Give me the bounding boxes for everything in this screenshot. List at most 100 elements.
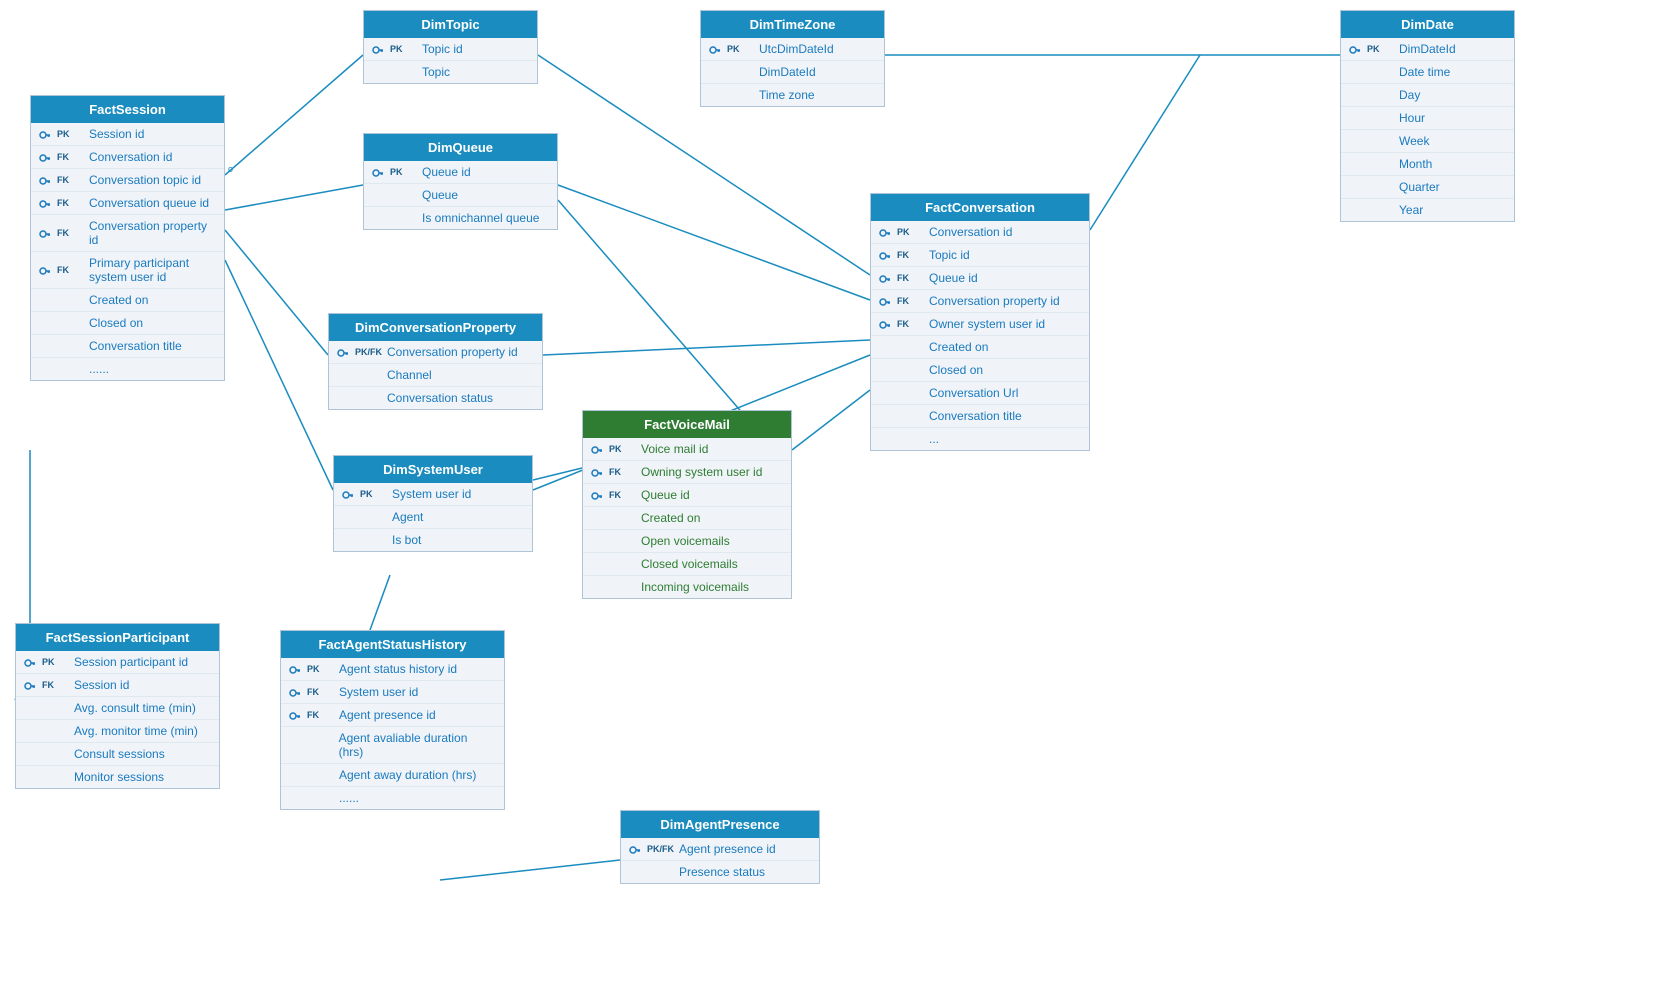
table-row: Monitor sessions	[16, 766, 219, 788]
table-dimqueue: DimQueuePKQueue idQueueIs omnichannel qu…	[363, 133, 558, 230]
table-row: Presence status	[621, 861, 819, 883]
row-label: Open voicemails	[641, 534, 730, 548]
row-label: ...	[929, 432, 939, 446]
table-row: Created on	[871, 336, 1089, 359]
key-icon	[39, 150, 53, 164]
table-row: FKSystem user id	[281, 681, 504, 704]
row-label: System user id	[339, 685, 418, 699]
row-label: Session id	[89, 127, 144, 141]
table-row: FK Conversation queue id	[31, 192, 224, 215]
table-row: Channel	[329, 364, 542, 387]
table-row: FKSession id	[16, 674, 219, 697]
table-dimtimezone: DimTimeZonePKUtcDimDateIdDimDateIdTime z…	[700, 10, 885, 107]
key-icon	[39, 196, 53, 210]
row-label: Agent away duration (hrs)	[339, 768, 476, 782]
key-badge: FK	[57, 175, 85, 185]
key-icon	[24, 678, 38, 692]
key-badge: PK	[390, 167, 418, 177]
row-label: Presence status	[679, 865, 765, 879]
table-row: FKAgent presence id	[281, 704, 504, 727]
row-label: Conversation property id	[89, 219, 214, 247]
table-row: Closed on	[871, 359, 1089, 382]
row-label: Conversation id	[929, 225, 1012, 239]
row-label: Is bot	[392, 533, 421, 547]
key-icon	[24, 655, 38, 669]
key-badge: FK	[57, 228, 85, 238]
key-icon	[289, 662, 303, 676]
key-icon	[879, 248, 893, 262]
row-label: DimDateId	[759, 65, 816, 79]
key-icon	[879, 225, 893, 239]
row-label: Conversation topic id	[89, 173, 201, 187]
key-badge: FK	[897, 250, 925, 260]
table-row: Quarter	[1341, 176, 1514, 199]
key-badge: PK	[897, 227, 925, 237]
table-row: Agent away duration (hrs)	[281, 764, 504, 787]
row-label: Owning system user id	[641, 465, 762, 479]
key-icon	[39, 173, 53, 187]
table-row: ......	[31, 358, 224, 380]
table-row: Time zone	[701, 84, 884, 106]
table-row: Week	[1341, 130, 1514, 153]
table-header-dimconversationproperty: DimConversationProperty	[329, 314, 542, 341]
row-label: Agent presence id	[679, 842, 776, 856]
table-header-dimagentpresence: DimAgentPresence	[621, 811, 819, 838]
table-header-dimtopic: DimTopic	[364, 11, 537, 38]
row-label: Queue id	[641, 488, 690, 502]
row-label: ......	[89, 362, 109, 376]
row-label: Channel	[387, 368, 432, 382]
row-label: Avg. consult time (min)	[74, 701, 196, 715]
row-label: Is omnichannel queue	[422, 211, 539, 225]
key-icon	[1349, 42, 1363, 56]
table-row: Created on	[583, 507, 791, 530]
table-row: Hour	[1341, 107, 1514, 130]
key-icon	[337, 345, 351, 359]
key-badge: PK	[727, 44, 755, 54]
diagram-canvas: o DimTopicPKTopic idTopicDimTimeZonePK	[0, 0, 1667, 994]
row-label: Incoming voicemails	[641, 580, 749, 594]
row-label: Created on	[641, 511, 700, 525]
table-dimtopic: DimTopicPKTopic idTopic	[363, 10, 538, 84]
table-row: Month	[1341, 153, 1514, 176]
row-label: Agent presence id	[339, 708, 436, 722]
key-icon	[39, 127, 53, 141]
svg-text:o: o	[228, 164, 233, 174]
key-badge: PK	[360, 489, 388, 499]
row-label: Conversation Url	[929, 386, 1018, 400]
key-icon	[879, 271, 893, 285]
table-row: Conversation title	[31, 335, 224, 358]
table-header-factvoicemail: FactVoiceMail	[583, 411, 791, 438]
row-label: Closed on	[929, 363, 983, 377]
table-factagentstatushistory: FactAgentStatusHistoryPKAgent status his…	[280, 630, 505, 810]
table-row: PKUtcDimDateId	[701, 38, 884, 61]
key-badge: FK	[57, 265, 85, 275]
table-row: Avg. monitor time (min)	[16, 720, 219, 743]
table-row: Year	[1341, 199, 1514, 221]
row-label: Conversation title	[89, 339, 182, 353]
table-row: Date time	[1341, 61, 1514, 84]
table-row: PK/FKConversation property id	[329, 341, 542, 364]
row-label: Month	[1399, 157, 1432, 171]
table-row: PKTopic id	[364, 38, 537, 61]
key-icon	[591, 488, 605, 502]
row-label: Agent	[392, 510, 423, 524]
table-row: DimDateId	[701, 61, 884, 84]
row-label: Conversation queue id	[89, 196, 209, 210]
table-factconversation: FactConversationPKConversation idFKTopic…	[870, 193, 1090, 451]
row-label: ......	[339, 791, 359, 805]
row-label: Topic id	[929, 248, 970, 262]
key-badge: FK	[42, 680, 70, 690]
table-dimconversationproperty: DimConversationPropertyPK/FKConversation…	[328, 313, 543, 410]
table-header-factsession: FactSession	[31, 96, 224, 123]
table-row: FKQueue id	[871, 267, 1089, 290]
key-badge: FK	[609, 490, 637, 500]
table-row: Is bot	[334, 529, 532, 551]
row-label: Time zone	[759, 88, 815, 102]
key-badge: FK	[57, 198, 85, 208]
table-row: FKConversation id	[31, 146, 224, 169]
row-label: Queue id	[422, 165, 471, 179]
row-label: Consult sessions	[74, 747, 165, 761]
table-row: FKOwning system user id	[583, 461, 791, 484]
row-label: Voice mail id	[641, 442, 708, 456]
row-label: Date time	[1399, 65, 1450, 79]
